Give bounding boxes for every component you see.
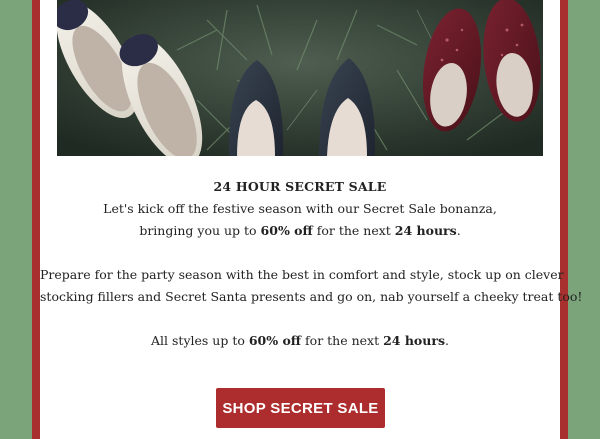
closing-prefix: All styles up to [151,333,249,348]
intro-suffix: . [456,223,461,238]
intro-middle: for the next [312,223,395,238]
intro-duration: 24 hours [394,223,457,238]
hero-banner-image[interactable] [57,0,543,156]
body-line-1: Prepare for the party season with the be… [40,267,564,282]
intro-discount: 60% off [260,223,313,238]
closing-duration: 24 hours [383,333,445,348]
sale-headline: 24 HOUR SECRET SALE [213,179,387,194]
sale-copy: 24 HOUR SECRET SALE Let's kick off the f… [40,176,583,352]
shoes-on-pine-illustration [57,0,543,156]
closing-suffix: . [444,333,449,348]
shop-secret-sale-button[interactable]: SHOP SECRET SALE [216,388,385,428]
closing-line: All styles up to 60% off for the next 24… [40,330,560,352]
closing-discount: 60% off [248,333,302,348]
intro-line-1: Let's kick off the festive season with o… [103,201,497,216]
body-line-2: stocking fillers and Secret Santa presen… [40,289,583,304]
intro-prefix: bringing you up to [139,223,261,238]
closing-middle: for the next [301,333,384,348]
intro-line-2: bringing you up to 60% off for the next … [40,220,560,242]
